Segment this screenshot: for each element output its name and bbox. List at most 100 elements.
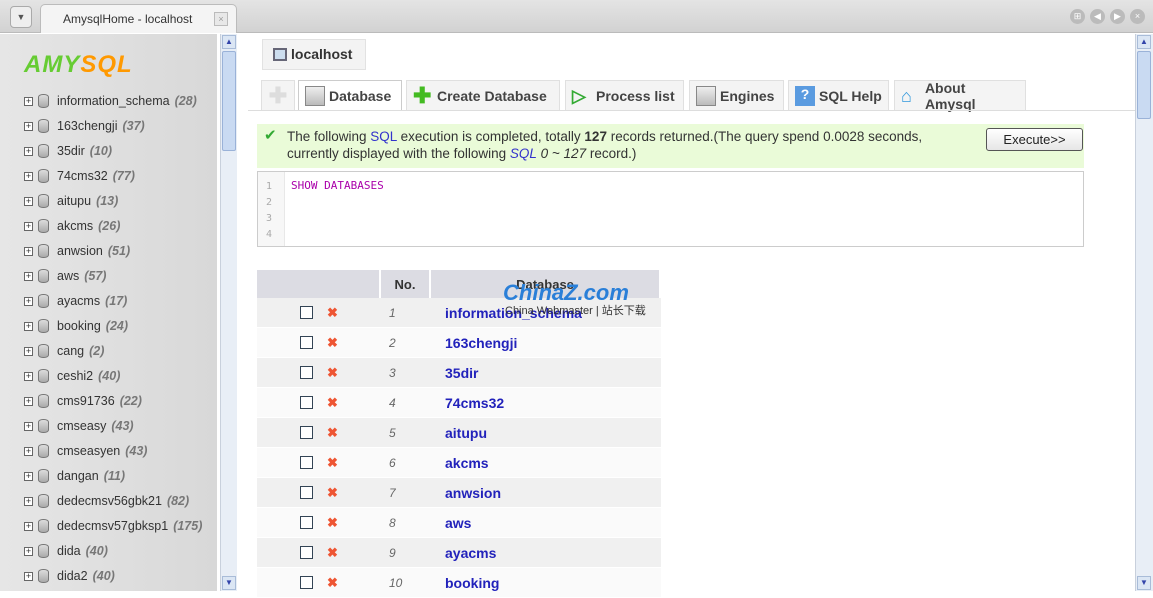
host-button[interactable]: localhost [262, 39, 366, 70]
expand-icon[interactable]: + [24, 421, 33, 431]
delete-icon[interactable]: ✖ [327, 365, 338, 380]
close-tab-icon[interactable]: × [214, 12, 228, 26]
expand-icon[interactable]: + [24, 446, 33, 456]
expand-icon[interactable]: + [24, 396, 33, 406]
database-link[interactable]: 74cms32 [431, 388, 661, 418]
tab-label: Process list [596, 88, 675, 104]
expand-icon[interactable]: + [24, 246, 33, 256]
main-scrollbar[interactable]: ▲ ▼ [1135, 34, 1153, 591]
expand-icon[interactable]: + [24, 546, 33, 556]
row-number: 10 [381, 568, 431, 598]
sidebar-db-item[interactable]: + dangan (11) [24, 466, 125, 486]
sidebar-scrollbar[interactable]: ▲ ▼ [220, 34, 237, 591]
sidebar-db-item[interactable]: + cmseasy (43) [24, 416, 134, 436]
expand-icon[interactable]: + [24, 271, 33, 281]
tab-about[interactable]: ⌂ About Amysql [894, 80, 1026, 112]
expand-icon[interactable]: + [24, 171, 33, 181]
sidebar-db-item[interactable]: + ceshi2 (40) [24, 366, 120, 386]
table-count: (28) [174, 94, 197, 108]
database-link[interactable]: anwsion [431, 478, 661, 508]
database-link[interactable]: 35dir [431, 358, 661, 388]
expand-icon[interactable]: + [24, 121, 33, 131]
table-count: (37) [122, 119, 145, 133]
sidebar-db-item[interactable]: + cang (2) [24, 341, 104, 361]
row-checkbox[interactable] [300, 366, 313, 380]
delete-icon[interactable]: ✖ [327, 455, 338, 470]
database-link[interactable]: booking [431, 568, 661, 598]
delete-icon[interactable]: ✖ [327, 545, 338, 560]
sidebar-db-item[interactable]: + aitupu (13) [24, 191, 118, 211]
row-checkbox[interactable] [300, 456, 313, 470]
grid-icon[interactable]: ⊞ [1070, 9, 1085, 24]
sidebar-db-item[interactable]: + information_schema (28) [24, 91, 197, 111]
sidebar-db-item[interactable]: + cmseasyen (43) [24, 441, 147, 461]
tab-create-database[interactable]: ✚ Create Database [406, 80, 560, 111]
sidebar-db-item[interactable]: +35dir (10) [24, 141, 112, 161]
sidebar-db-item[interactable]: + dida2 (40) [24, 566, 115, 586]
expand-icon[interactable]: + [24, 521, 33, 531]
row-checkbox[interactable] [300, 306, 313, 320]
sidebar-db-item[interactable]: + booking (24) [24, 316, 128, 336]
browser-tab[interactable]: AmysqlHome - localhost × [40, 4, 237, 33]
delete-icon[interactable]: ✖ [327, 305, 338, 320]
sidebar-db-item[interactable]: + aws (57) [24, 266, 106, 286]
row-checkbox[interactable] [300, 546, 313, 560]
tab-engines[interactable]: Engines [689, 80, 784, 111]
sidebar-db-item[interactable]: + cms91736 (22) [24, 391, 142, 411]
expand-icon[interactable]: + [24, 146, 33, 156]
database-link[interactable]: aws [431, 508, 661, 538]
delete-icon[interactable]: ✖ [327, 515, 338, 530]
database-link[interactable]: akcms [431, 448, 661, 478]
tab-menu-button[interactable]: ▼ [10, 6, 32, 28]
delete-icon[interactable]: ✖ [327, 575, 338, 590]
database-link[interactable]: ayacms [431, 538, 661, 568]
row-checkbox[interactable] [300, 516, 313, 530]
delete-icon[interactable]: ✖ [327, 395, 338, 410]
expand-icon[interactable]: + [24, 196, 33, 206]
sql-link[interactable]: SQL [510, 146, 537, 161]
sql-editor[interactable]: 1234 SHOW DATABASES [257, 171, 1084, 247]
database-icon [38, 244, 49, 258]
expand-icon[interactable]: + [24, 221, 33, 231]
execute-button[interactable]: Execute>> [986, 128, 1083, 151]
forward-icon[interactable]: ▶ [1110, 9, 1125, 24]
expand-icon[interactable]: + [24, 321, 33, 331]
sidebar-db-item[interactable]: + anwsion (51) [24, 241, 130, 261]
sidebar-db-item[interactable]: +163chengji (37) [24, 116, 145, 136]
row-checkbox[interactable] [300, 336, 313, 350]
tab-database[interactable]: Database [298, 80, 402, 111]
row-checkbox[interactable] [300, 396, 313, 410]
engines-icon [696, 86, 716, 106]
expand-icon[interactable]: + [24, 496, 33, 506]
window-controls: ⊞ ◀ ▶ × [1070, 9, 1145, 24]
back-icon[interactable]: ◀ [1090, 9, 1105, 24]
database-link[interactable]: 163chengji [431, 328, 661, 358]
sidebar-db-item[interactable]: + dedecmsv56gbk21 (82) [24, 491, 189, 511]
sidebar-db-item[interactable]: + ayacms (17) [24, 291, 127, 311]
expand-icon[interactable]: + [24, 471, 33, 481]
expand-icon[interactable]: + [24, 571, 33, 581]
expand-icon[interactable]: + [24, 96, 33, 106]
expand-icon[interactable]: + [24, 371, 33, 381]
close-icon[interactable]: × [1130, 9, 1145, 24]
row-checkbox[interactable] [300, 576, 313, 590]
expand-icon[interactable]: + [24, 296, 33, 306]
line-numbers: 1234 [258, 172, 285, 246]
delete-icon[interactable]: ✖ [327, 425, 338, 440]
db-name: aitupu [57, 194, 92, 208]
sql-link[interactable]: SQL [370, 129, 397, 144]
row-checkbox[interactable] [300, 426, 313, 440]
sidebar-db-item[interactable]: + dida (40) [24, 541, 108, 561]
delete-icon[interactable]: ✖ [327, 335, 338, 350]
delete-icon[interactable]: ✖ [327, 485, 338, 500]
tab-sql-help[interactable]: ? SQL Help [788, 80, 889, 111]
sidebar-db-item[interactable]: +74cms32 (77) [24, 166, 135, 186]
sql-code[interactable]: SHOW DATABASES [291, 179, 384, 192]
row-checkbox[interactable] [300, 486, 313, 500]
database-link[interactable]: aitupu [431, 418, 661, 448]
sidebar-db-item[interactable]: + akcms (26) [24, 216, 120, 236]
tab-process-list[interactable]: ▷ Process list [565, 80, 684, 111]
sidebar-db-item[interactable]: + dedecmsv57gbksp1 (175) [24, 516, 202, 536]
expand-icon[interactable]: + [24, 346, 33, 356]
add-tab-button[interactable]: ✚ [261, 80, 295, 111]
